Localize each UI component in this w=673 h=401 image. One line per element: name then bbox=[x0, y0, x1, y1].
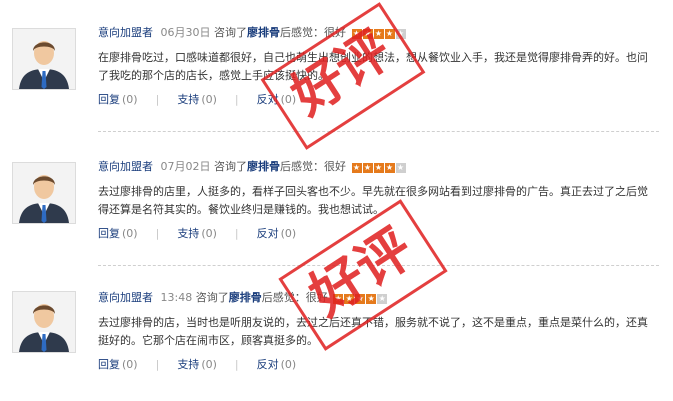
oppose-count: (0) bbox=[280, 227, 297, 240]
review-divider bbox=[98, 131, 659, 132]
review-date: 07月02日 bbox=[160, 160, 211, 173]
support-label[interactable]: 支持 bbox=[177, 358, 199, 371]
star-filled-icon: ★ bbox=[344, 294, 355, 304]
user-avatar-icon bbox=[13, 292, 75, 352]
consulted-label: 咨询了 bbox=[195, 291, 229, 304]
oppose-count: (0) bbox=[280, 358, 297, 371]
star-filled-icon: ★ bbox=[384, 163, 395, 173]
review-text: 去过廖排骨的店，当时也是听朋友说的，去过之后还真不错，服务就不说了，这不是重点，… bbox=[98, 316, 648, 347]
star-filled-icon: ★ bbox=[366, 294, 377, 304]
review-actions: 回复 (0) | 支持 (0) | 反对 (0) bbox=[98, 225, 659, 243]
feeling-prefix: 后感觉： bbox=[280, 26, 324, 39]
review-meta: 意向加盟者 06月30日 咨询了廖排骨后感觉：很好 ★ ★ ★ ★ ★ bbox=[98, 24, 659, 42]
review-date: 13:48 bbox=[160, 291, 193, 304]
user-avatar[interactable] bbox=[12, 162, 76, 224]
support-button[interactable]: 支持 (0) bbox=[177, 227, 217, 240]
star-filled-icon: ★ bbox=[333, 294, 344, 304]
star-filled-icon: ★ bbox=[351, 29, 362, 39]
consulted-label: 咨询了 bbox=[214, 26, 247, 39]
support-label[interactable]: 支持 bbox=[177, 227, 199, 240]
reply-count: (0) bbox=[122, 358, 138, 371]
star-filled-icon: ★ bbox=[362, 29, 373, 39]
star-filled-icon: ★ bbox=[373, 29, 384, 39]
star-filled-icon: ★ bbox=[351, 163, 362, 173]
product-link[interactable]: 廖排骨 bbox=[247, 26, 280, 39]
oppose-count: (0) bbox=[280, 93, 297, 106]
review-meta: 意向加盟者 13:48 咨询了廖排骨后感觉：很好 ★ ★ ★ ★ ★ bbox=[98, 289, 659, 307]
consulted-label: 咨询了 bbox=[214, 160, 247, 173]
oppose-label[interactable]: 反对 bbox=[257, 358, 279, 371]
reply-button[interactable]: 回复 (0) bbox=[98, 93, 138, 106]
reviewer-name[interactable]: 意向加盟者 bbox=[98, 291, 153, 304]
reply-button[interactable]: 回复 (0) bbox=[98, 227, 138, 240]
star-filled-icon: ★ bbox=[384, 29, 395, 39]
product-link[interactable]: 廖排骨 bbox=[229, 291, 262, 304]
review-meta: 意向加盟者 07月02日 咨询了廖排骨后感觉：很好 ★ ★ ★ ★ ★ bbox=[98, 158, 659, 176]
user-avatar-icon bbox=[13, 163, 75, 223]
support-count: (0) bbox=[201, 358, 217, 371]
support-label[interactable]: 支持 bbox=[177, 93, 199, 106]
oppose-button[interactable]: 反对 (0) bbox=[257, 227, 297, 240]
action-separator: | bbox=[155, 358, 160, 371]
star-filled-icon: ★ bbox=[362, 163, 373, 173]
feeling-prefix: 后感觉： bbox=[280, 160, 324, 173]
action-separator: | bbox=[155, 227, 160, 240]
review-text: 在廖排骨吃过，口感味道都很好，自己也萌生出想创业的想法，想从餐饮业入手，我还是觉… bbox=[98, 51, 648, 82]
review-text: 去过廖排骨的店里，人挺多的，看样子回头客也不少。早先就在很多网站看到过廖排骨的广… bbox=[98, 185, 648, 216]
action-separator: | bbox=[234, 227, 239, 240]
support-count: (0) bbox=[201, 227, 217, 240]
reply-count: (0) bbox=[122, 227, 138, 240]
user-avatar[interactable] bbox=[12, 291, 76, 353]
feeling-value: 很好 bbox=[305, 291, 328, 304]
action-separator: | bbox=[234, 93, 239, 106]
star-filled-icon: ★ bbox=[355, 294, 366, 304]
reviewer-name[interactable]: 意向加盟者 bbox=[98, 26, 153, 39]
reply-count: (0) bbox=[122, 93, 138, 106]
rating-stars: ★ ★ ★ ★ ★ bbox=[333, 289, 388, 307]
star-empty-icon: ★ bbox=[377, 294, 388, 304]
support-count: (0) bbox=[201, 93, 217, 106]
reply-label[interactable]: 回复 bbox=[98, 93, 120, 106]
user-avatar-icon bbox=[13, 29, 75, 89]
support-button[interactable]: 支持 (0) bbox=[177, 93, 217, 106]
support-button[interactable]: 支持 (0) bbox=[177, 358, 217, 371]
feeling-value: 很好 bbox=[324, 26, 346, 39]
action-separator: | bbox=[234, 358, 239, 371]
feeling-prefix: 后感觉： bbox=[261, 291, 306, 304]
oppose-label[interactable]: 反对 bbox=[257, 93, 279, 106]
review-actions: 回复 (0) | 支持 (0) | 反对 (0) bbox=[98, 91, 659, 109]
feeling-value: 很好 bbox=[324, 160, 346, 173]
oppose-button[interactable]: 反对 (0) bbox=[257, 93, 297, 106]
oppose-label[interactable]: 反对 bbox=[257, 227, 279, 240]
rating-stars: ★ ★ ★ ★ ★ bbox=[351, 158, 407, 176]
reply-label[interactable]: 回复 bbox=[98, 227, 120, 240]
review-divider bbox=[98, 265, 659, 266]
star-empty-icon: ★ bbox=[395, 163, 406, 173]
action-separator: | bbox=[155, 93, 160, 106]
rating-stars: ★ ★ ★ ★ ★ bbox=[351, 24, 407, 42]
reviewer-name[interactable]: 意向加盟者 bbox=[98, 160, 153, 173]
reply-button[interactable]: 回复 (0) bbox=[98, 358, 138, 371]
star-empty-icon: ★ bbox=[395, 29, 406, 39]
product-link[interactable]: 廖排骨 bbox=[247, 160, 280, 173]
user-avatar[interactable] bbox=[12, 28, 76, 90]
reply-label[interactable]: 回复 bbox=[98, 358, 120, 371]
review-date: 06月30日 bbox=[160, 26, 211, 39]
review-actions: 回复 (0) | 支持 (0) | 反对 (0) bbox=[98, 356, 659, 374]
oppose-button[interactable]: 反对 (0) bbox=[257, 358, 297, 371]
star-filled-icon: ★ bbox=[373, 163, 384, 173]
